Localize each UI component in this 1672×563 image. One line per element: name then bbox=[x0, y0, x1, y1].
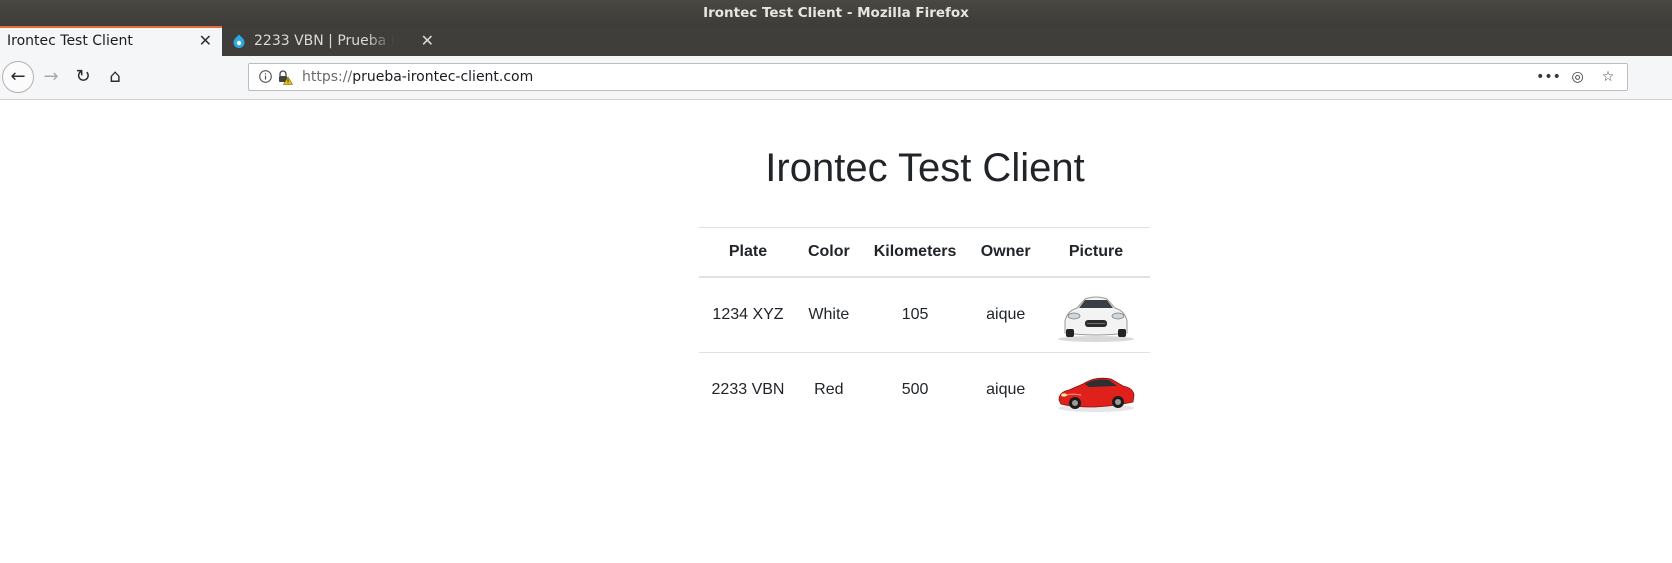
forward-button[interactable]: → bbox=[36, 62, 66, 92]
white-sports-car-image bbox=[1057, 296, 1134, 342]
tab-2233-vbn[interactable]: 2233 VBN | Prueba Irontec ✕ bbox=[222, 26, 448, 56]
window-title: Irontec Test Client - Mozilla Firefox bbox=[703, 5, 969, 21]
tab-strip: Irontec Test Client ✕ 2233 VBN | Prueba … bbox=[0, 26, 1672, 78]
tab-irontec-test-client[interactable]: Irontec Test Client ✕ bbox=[0, 26, 222, 56]
cell-color: Red bbox=[814, 381, 844, 398]
column-header-color: Color bbox=[797, 227, 861, 278]
url-text[interactable]: https://prueba-irontec-client.com bbox=[302, 64, 533, 91]
cell-plate: 2233 VBN bbox=[711, 381, 785, 398]
column-header-plate: Plate bbox=[699, 227, 798, 278]
page-actions-icon[interactable]: ••• bbox=[1536, 64, 1561, 91]
close-tab-icon[interactable]: ✕ bbox=[199, 28, 212, 54]
info-icon[interactable] bbox=[259, 70, 272, 83]
url-host: prueba-irontec-client.com bbox=[352, 69, 534, 85]
page-title: Irontec Test Client bbox=[765, 146, 1085, 190]
table-header-row: Plate Color Kilometers Owner Picture bbox=[699, 227, 1150, 278]
window-titlebar: Irontec Test Client - Mozilla Firefox bbox=[0, 0, 1672, 26]
column-header-picture: Picture bbox=[1041, 227, 1150, 278]
cell-kilometers: 105 bbox=[860, 277, 970, 353]
url-protocol: https:// bbox=[302, 69, 353, 85]
url-bar[interactable]: https://prueba-irontec-client.com ••• ◎ … bbox=[248, 63, 1628, 91]
navigation-toolbar: ← → ↻ ⌂ https://prueba-irontec-client.co… bbox=[0, 56, 1672, 100]
table-row: 1234 XYZ White 105 aique bbox=[699, 277, 1150, 353]
cell-plate: 1234 XYZ bbox=[699, 277, 798, 353]
home-button[interactable]: ⌂ bbox=[100, 62, 130, 92]
page-content: Irontec Test Client Plate Color Kilomete… bbox=[0, 100, 1672, 563]
cars-table: Plate Color Kilometers Owner Picture 123… bbox=[699, 227, 1150, 427]
reload-icon: ↻ bbox=[75, 66, 91, 87]
reload-button[interactable]: ↻ bbox=[68, 62, 98, 92]
tab-label: 2233 VBN | Prueba Irontec bbox=[254, 33, 394, 49]
cell-owner: aique bbox=[969, 277, 1042, 353]
back-button[interactable]: ← bbox=[2, 61, 34, 93]
arrow-right-icon: → bbox=[43, 66, 59, 87]
arrow-left-icon: ← bbox=[10, 66, 26, 87]
cell-picture bbox=[1042, 353, 1150, 428]
column-header-owner: Owner bbox=[969, 227, 1042, 278]
insecure-lock-icon[interactable] bbox=[277, 69, 293, 85]
pocket-icon[interactable]: ◎ bbox=[1567, 64, 1589, 91]
tab-label: Irontec Test Client bbox=[7, 33, 133, 49]
drupal-icon bbox=[233, 34, 245, 48]
url-actions: ••• ◎ ☆ bbox=[1532, 64, 1619, 91]
cell-owner: aique bbox=[986, 381, 1026, 398]
red-sports-car-image bbox=[1057, 377, 1135, 412]
cell-color: White bbox=[797, 277, 861, 353]
cell-picture bbox=[1041, 277, 1150, 353]
cell-kilometers: 500 bbox=[901, 381, 929, 398]
home-icon: ⌂ bbox=[109, 66, 121, 87]
bookmark-star-icon[interactable]: ☆ bbox=[1597, 64, 1619, 91]
table-row: 2233 VBN Red 500 aique bbox=[699, 353, 1150, 428]
close-tab-icon[interactable]: ✕ bbox=[421, 26, 434, 56]
column-header-kilometers: Kilometers bbox=[860, 227, 970, 278]
